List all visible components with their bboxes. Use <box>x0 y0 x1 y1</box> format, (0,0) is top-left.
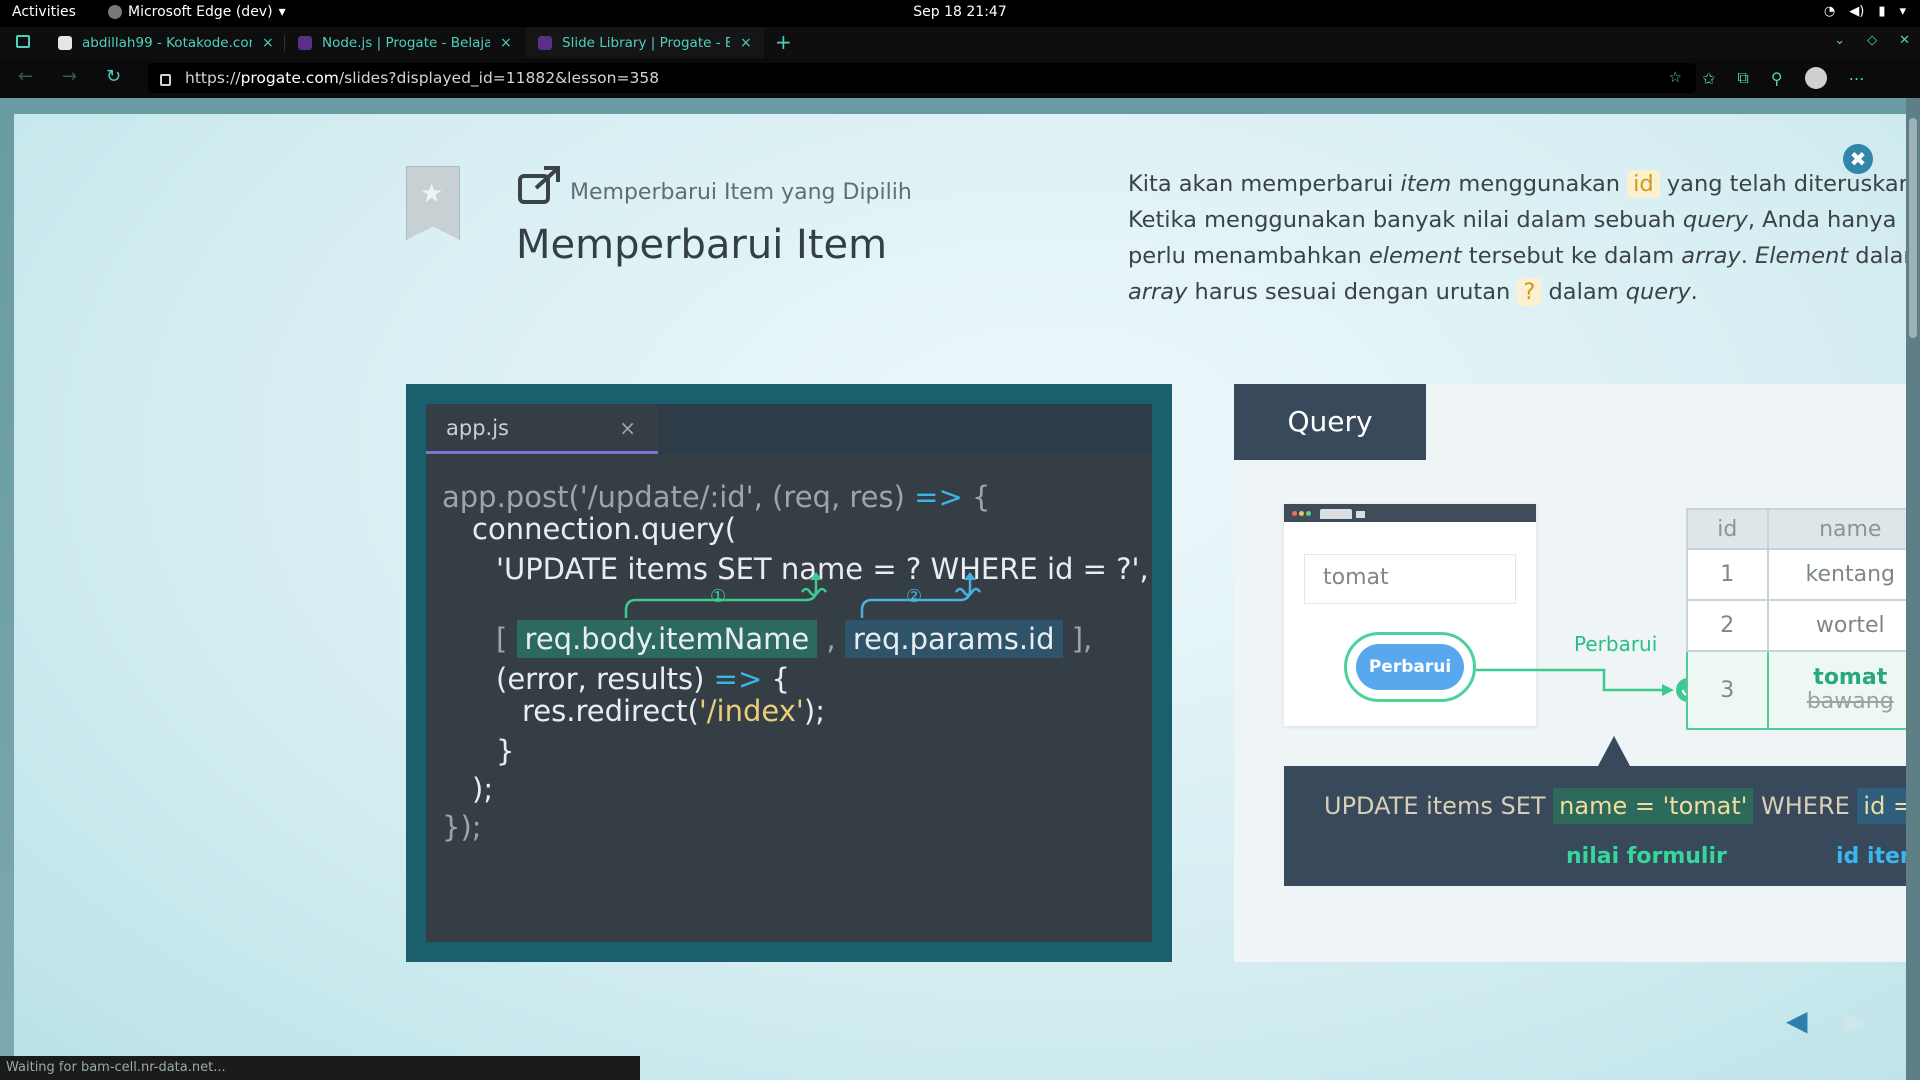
sql-line: UPDATE items SET name = 'tomat' WHERE id… <box>1324 788 1906 824</box>
restore-window-icon[interactable]: ◇ <box>1867 33 1877 48</box>
close-tab-icon[interactable]: × <box>262 35 274 51</box>
wifi-icon: ◔ <box>1823 4 1836 19</box>
progate-favicon-icon <box>298 35 312 50</box>
cell-name: tomat bawang <box>1766 650 1906 730</box>
refresh-icon[interactable]: ↻ <box>106 66 121 87</box>
collections-icon[interactable]: ⧉ <box>1737 68 1748 88</box>
lock-icon[interactable] <box>160 74 171 86</box>
code-line: }); <box>442 810 482 844</box>
code-line: (error, results) => { <box>496 662 790 696</box>
power-menu-icon: ▾ <box>1899 4 1906 19</box>
external-link-icon <box>518 166 560 204</box>
page-content: ✖ ★ Memperbarui Item yang Dipilih Memper… <box>0 98 1920 1080</box>
tab-title: abdillah99 - Kotakode.com <box>82 34 252 51</box>
close-window-icon[interactable]: ✕ <box>1899 33 1910 48</box>
param-item-name: req.body.itemName <box>516 620 818 658</box>
slide-title: Memperbarui Item <box>516 222 888 268</box>
extensions-icon[interactable]: ⚲ <box>1771 69 1783 88</box>
desc-line: Ketika menggunakan banyak nilai dalam se… <box>1128 207 1897 233</box>
close-tab-icon[interactable]: × <box>500 35 512 51</box>
new-value: tomat <box>1813 665 1888 690</box>
tab-kotakode[interactable]: abdillah99 - Kotakode.com × <box>46 27 274 58</box>
update-arrow-label: Perbarui <box>1574 632 1658 656</box>
code-line: res.redirect('/index'); <box>522 694 825 728</box>
status-bar: Waiting for bam-cell.nr-data.net... <box>0 1056 640 1080</box>
navigation-bar: ← → ↻ https://progate.com/slides?display… <box>0 58 1920 98</box>
cell-name: wortel <box>1766 599 1906 652</box>
app-menu[interactable]: Microsoft Edge (dev) ▾ <box>108 4 286 20</box>
new-tab-button[interactable]: + <box>775 30 792 54</box>
cell-id: 3 <box>1686 650 1769 730</box>
favorites-icon[interactable]: ✩ <box>1702 69 1715 88</box>
next-slide-button[interactable]: ▶ <box>1844 1004 1866 1037</box>
bookmark-ribbon[interactable]: ★ <box>406 166 460 240</box>
address-bar[interactable]: https://progate.com/slides?displayed_id=… <box>148 63 1696 93</box>
cell-id: 2 <box>1686 599 1769 652</box>
tab-strip: abdillah99 - Kotakode.com × Node.js | Pr… <box>0 27 1920 58</box>
more-menu-icon[interactable]: ⋯ <box>1849 69 1865 88</box>
table-row: 1 kentang <box>1686 548 1906 601</box>
code-editor: app.js × app.post('/update/:id', (req, r… <box>426 404 1152 942</box>
tab-title: Node.js | Progate - Belajar <box>322 34 490 51</box>
cell-id: 1 <box>1686 548 1769 601</box>
tab-title: Slide Library | Progate - Bel <box>562 34 730 51</box>
volume-icon: ◀) <box>1849 4 1865 19</box>
sql-query-box: UPDATE items SET name = 'tomat' WHERE id… <box>1284 736 1906 886</box>
code-line: [ req.body.itemName , req.params.id ], <box>496 620 1093 658</box>
cell-name: kentang <box>1766 548 1906 601</box>
window-controls: ⌄ ◇ ✕ <box>1834 33 1910 48</box>
prev-slide-button[interactable]: ◀ <box>1786 1004 1808 1037</box>
item-id-label: id item <box>1836 844 1906 869</box>
system-top-bar: Activities Microsoft Edge (dev) ▾ Sep 18… <box>0 0 1920 27</box>
back-icon[interactable]: ← <box>18 66 33 87</box>
old-value: bawang <box>1806 689 1894 714</box>
app-name: Microsoft Edge (dev) <box>128 4 273 20</box>
items-table: id name 1 kentang 2 wortel 3 tomat bawan… <box>1686 508 1906 730</box>
code-panel: app.js × app.post('/update/:id', (req, r… <box>406 384 1172 962</box>
column-header-id: id <box>1686 508 1769 550</box>
param-id: req.params.id <box>844 620 1063 658</box>
query-panel: Query tomat Perbarui Perbarui id name 1 … <box>1234 384 1906 962</box>
slide-description: Kita akan memperbarui item menggunakan i… <box>1128 166 1906 310</box>
tab-actions-icon[interactable] <box>16 35 30 48</box>
tab-list-chevron-icon[interactable]: ⌄ <box>1834 33 1845 48</box>
slide-modal: ✖ ★ Memperbarui Item yang Dipilih Memper… <box>14 114 1906 1080</box>
system-tray[interactable]: ◔ ◀) ▮ ▾ <box>1824 4 1906 19</box>
tab-slide-library[interactable]: Slide Library | Progate - Bel × <box>526 27 764 58</box>
chevron-down-icon: ▾ <box>278 4 286 20</box>
code-line: } <box>496 734 515 768</box>
placeholder-marker-2: ② <box>906 586 923 607</box>
toolbar: ✩ ⧉ ⚲ ⋯ <box>1702 67 1865 89</box>
sql-name-part: name = 'tomat' <box>1553 788 1754 824</box>
code-line: ); <box>472 772 494 806</box>
desc-line: Kita akan memperbarui item menggunakan i… <box>1128 170 1906 198</box>
activities-button[interactable]: Activities <box>12 4 76 20</box>
progate-favicon-icon <box>538 35 552 50</box>
url-text[interactable]: https://progate.com/slides?displayed_id=… <box>185 69 659 87</box>
form-value-label: nilai formulir <box>1566 844 1727 869</box>
forward-icon[interactable]: → <box>62 66 77 87</box>
star-icon: ★ <box>420 179 444 209</box>
close-tab-icon[interactable]: × <box>740 35 752 51</box>
scrollbar-thumb[interactable] <box>1909 118 1917 338</box>
clock[interactable]: Sep 18 21:47 <box>913 4 1006 20</box>
tab-nodejs-progate[interactable]: Node.js | Progate - Belajar × <box>286 27 512 58</box>
page-scrollbar[interactable] <box>1906 98 1920 1080</box>
desc-line: perlu menambahkan element tersebut ke da… <box>1128 243 1906 269</box>
sql-id-part: id = 3 <box>1857 788 1906 824</box>
add-favorite-icon[interactable]: ☆ <box>1669 68 1682 86</box>
table-header-row: id name <box>1686 508 1906 550</box>
kotakode-favicon-icon <box>58 35 72 50</box>
table-row-updated: 3 tomat bawang <box>1686 650 1906 730</box>
edge-icon <box>108 5 122 19</box>
placeholder-marker-1: ① <box>710 586 727 607</box>
slide-subtitle: Memperbarui Item yang Dipilih <box>570 180 912 205</box>
desc-line: array harus sesuai dengan urutan ? dalam… <box>1128 278 1698 306</box>
table-row: 2 wortel <box>1686 599 1906 652</box>
column-header-name: name <box>1766 508 1906 550</box>
battery-icon: ▮ <box>1878 4 1886 19</box>
profile-avatar[interactable] <box>1804 67 1827 89</box>
